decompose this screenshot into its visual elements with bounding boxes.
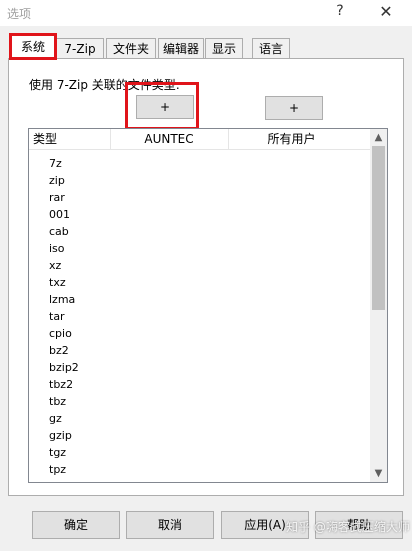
list-item[interactable]: txz: [49, 274, 66, 291]
cancel-button[interactable]: 取消: [126, 511, 214, 539]
list-item[interactable]: tar: [49, 308, 65, 325]
list-item[interactable]: zip: [49, 172, 65, 189]
list-item[interactable]: iso: [49, 240, 65, 257]
file-type-list[interactable]: 类型 AUNTEC 所有用户 7z zip rar 001 cab iso xz…: [28, 128, 388, 483]
ok-button[interactable]: 确定: [32, 511, 120, 539]
window-title: 选项: [7, 7, 32, 21]
tab-system[interactable]: 系统: [9, 33, 57, 60]
list-item[interactable]: tpz: [49, 461, 66, 478]
help-icon[interactable]: ?: [333, 3, 347, 19]
list-header: 类型 AUNTEC 所有用户: [29, 129, 370, 150]
list-item[interactable]: rar: [49, 189, 65, 206]
highlight-box: [125, 82, 199, 130]
list-item[interactable]: cab: [49, 223, 69, 240]
list-item[interactable]: tbz: [49, 393, 66, 410]
tab-display[interactable]: 显示: [205, 38, 243, 59]
list-item[interactable]: gzip: [49, 427, 72, 444]
list-item[interactable]: tbz2: [49, 376, 73, 393]
list-item[interactable]: 7z: [49, 155, 62, 172]
list-scrollbar[interactable]: ▲ ▼: [370, 129, 387, 482]
tab-7zip[interactable]: 7-Zip: [56, 38, 104, 59]
associate-all-users-button[interactable]: +: [265, 96, 323, 120]
scroll-up-icon[interactable]: ▲: [370, 129, 387, 146]
list-item[interactable]: cpio: [49, 325, 72, 342]
list-item[interactable]: bzip2: [49, 359, 79, 376]
list-item[interactable]: gz: [49, 410, 62, 427]
scroll-down-icon[interactable]: ▼: [370, 465, 387, 482]
tab-language[interactable]: 语言: [252, 38, 290, 59]
list-item[interactable]: xz: [49, 257, 61, 274]
title-bar: 选项 ? ✕: [0, 0, 412, 26]
column-header-all-users[interactable]: 所有用户: [229, 129, 354, 149]
list-item[interactable]: lzma: [49, 291, 75, 308]
column-header-user[interactable]: AUNTEC: [111, 129, 227, 149]
watermark: 知乎 @嗨客式压缩大师: [286, 520, 410, 534]
list-item[interactable]: bz2: [49, 342, 69, 359]
list-item[interactable]: 001: [49, 206, 70, 223]
tab-folders[interactable]: 文件夹: [106, 38, 156, 59]
scroll-thumb[interactable]: [372, 146, 385, 310]
list-item[interactable]: tgz: [49, 444, 66, 461]
close-icon[interactable]: ✕: [376, 2, 396, 21]
tab-editor[interactable]: 编辑器: [158, 38, 204, 59]
column-header-type[interactable]: 类型: [33, 129, 57, 149]
system-tab-panel: 使用 7-Zip 关联的文件类型: + + 类型 AUNTEC 所有用户 7z …: [8, 58, 404, 496]
